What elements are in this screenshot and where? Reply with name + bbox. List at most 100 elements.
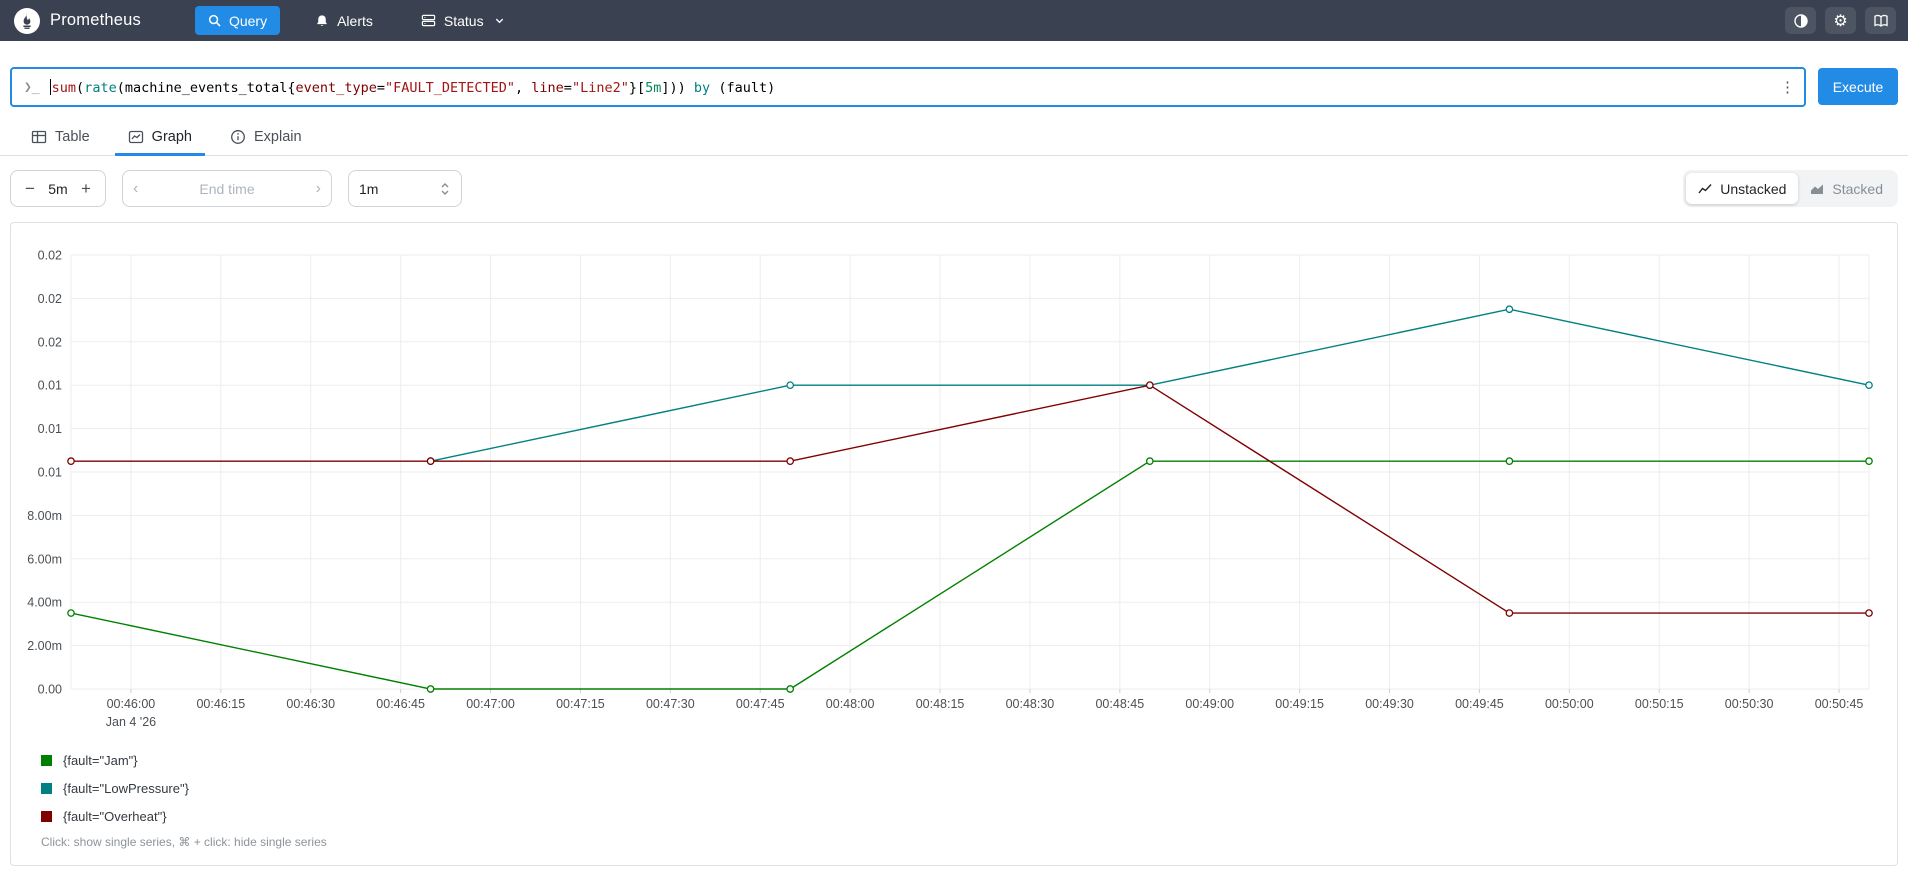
data-point-marker: [1865, 457, 1873, 465]
legend-swatch: [41, 755, 52, 766]
x-axis-tick-label: 00:50:30: [1725, 697, 1774, 711]
x-axis-tick-label: 00:46:45: [376, 697, 425, 711]
legend-item[interactable]: {fault="Overheat"}: [41, 809, 189, 824]
x-axis-tick-label: 00:49:00: [1185, 697, 1234, 711]
data-point-marker: [426, 685, 435, 693]
y-axis-tick-label: 4.00m: [27, 596, 62, 610]
y-axis-tick-label: 0.01: [38, 379, 62, 393]
tab-explain[interactable]: Explain: [217, 119, 315, 155]
x-axis-date-label: Jan 4 '26: [106, 715, 156, 729]
unstacked-button[interactable]: Unstacked: [1686, 173, 1799, 204]
graph-icon: [128, 130, 143, 144]
end-time-placeholder: End time: [199, 180, 255, 197]
data-point-marker: [1505, 457, 1514, 465]
x-axis-tick-label: 00:47:30: [646, 697, 695, 711]
result-tabs: Table Graph Explain: [0, 119, 1908, 156]
data-point-marker: [786, 685, 795, 693]
x-axis-tick-label: 00:46:15: [196, 697, 245, 711]
legend-label: {fault="LowPressure"}: [63, 781, 189, 796]
promql-token: "Line2": [571, 79, 629, 96]
x-axis-tick-label: 00:49:15: [1275, 697, 1324, 711]
data-point-marker: [426, 457, 435, 465]
search-icon: [208, 14, 221, 27]
y-axis-tick-label: 0.01: [38, 466, 62, 480]
gear-icon: ⚙: [1833, 12, 1848, 30]
legend-swatch: [41, 783, 52, 794]
info-icon: [231, 130, 245, 144]
legend-item[interactable]: {fault="LowPressure"}: [41, 781, 189, 796]
area-chart-icon: [1811, 184, 1824, 194]
promql-token: {: [287, 79, 296, 96]
x-axis-tick-label: 00:47:45: [736, 697, 785, 711]
x-axis-tick-label: 00:48:30: [1006, 697, 1055, 711]
query-expression-input[interactable]: ❯_ sum(rate(machine_events_total{event_t…: [10, 67, 1806, 107]
graph-panel: 0.02 0.02 0.02 0.01 0.01 0.01 8.00m 6.00m 4.00m 2…: [10, 222, 1898, 866]
y-axis-tick-label: 8.00m: [27, 509, 62, 523]
x-axis-tick-label: 00:47:00: [466, 697, 515, 711]
end-time-picker[interactable]: ‹ End time ›: [122, 170, 332, 207]
legend-label: {fault="Overheat"}: [63, 809, 167, 824]
x-axis-tick-label: 00:48:00: [826, 697, 875, 711]
database-icon: [421, 14, 436, 27]
nav-item-query[interactable]: Query: [194, 6, 281, 35]
settings-button[interactable]: ⚙: [1825, 7, 1856, 34]
x-axis-tick-label: 00:48:15: [916, 697, 965, 711]
brand[interactable]: Prometheus: [14, 7, 141, 34]
tab-graph[interactable]: Graph: [114, 119, 206, 156]
range-control: − 5m +: [10, 170, 106, 207]
promql-token: (fault): [710, 79, 776, 96]
y-axis-tick-label: 0.01: [38, 422, 62, 436]
bell-icon: [317, 14, 328, 26]
docs-button[interactable]: [1865, 7, 1896, 34]
terminal-prompt-icon: ❯_: [24, 79, 40, 95]
stacking-toggle: Unstacked Stacked: [1683, 170, 1898, 207]
promql-token: 5m: [645, 79, 662, 96]
query-menu-icon[interactable]: ⋮: [1780, 78, 1795, 96]
y-axis-tick-label: 0.02: [38, 335, 62, 349]
line-chart-icon: [1698, 183, 1712, 193]
range-value[interactable]: 5m: [45, 181, 71, 197]
promql-token: (: [116, 79, 125, 96]
nav-item-status[interactable]: Status: [408, 6, 518, 35]
stacked-button[interactable]: Stacked: [1798, 173, 1895, 204]
range-increase-button[interactable]: +: [73, 176, 99, 202]
promql-token: [: [636, 79, 646, 96]
prometheus-logo-icon: [14, 7, 40, 34]
data-point-marker: [1505, 609, 1514, 617]
theme-toggle-button[interactable]: [1785, 7, 1816, 34]
promql-token: line: [531, 79, 564, 96]
legend-item[interactable]: {fault="Jam"}: [41, 753, 189, 768]
end-time-back-button[interactable]: ‹: [133, 180, 138, 198]
table-icon: [31, 130, 47, 144]
resolution-select[interactable]: 1m: [348, 170, 462, 207]
promql-expression[interactable]: sum(rate(machine_events_total{event_type…: [49, 78, 1772, 96]
y-axis-tick-label: 0.02: [38, 292, 62, 306]
y-axis-tick-label: 0.02: [38, 249, 62, 263]
x-axis-tick-label: 00:50:00: [1545, 697, 1594, 711]
range-decrease-button[interactable]: −: [17, 176, 43, 202]
graph-canvas[interactable]: 0.02 0.02 0.02 0.01 0.01 0.01 8.00m 6.00m 4.00m 2…: [27, 243, 1881, 743]
data-point-marker: [67, 609, 75, 617]
promql-token: ,: [515, 79, 532, 96]
promql-token: sum: [51, 79, 77, 96]
promql-token: (: [76, 79, 85, 96]
top-navbar: Prometheus Query Alerts Status ⚙: [0, 0, 1908, 41]
series-line: [71, 384, 1869, 614]
data-point-marker: [1865, 381, 1873, 390]
data-point-marker: [786, 457, 795, 465]
stepper-icon[interactable]: [439, 182, 451, 196]
chevron-down-icon: [495, 18, 503, 24]
legend: {fault="Jam"} {fault="LowPressure"} {fault…: [41, 753, 189, 837]
series-line: [70, 460, 1869, 690]
tab-table[interactable]: Table: [18, 119, 103, 155]
nav-item-alerts[interactable]: Alerts: [302, 6, 386, 35]
promql-token: =: [563, 79, 572, 96]
x-axis-tick-label: 00:46:30: [286, 697, 335, 711]
contrast-icon: [1793, 13, 1808, 28]
promql-token: }: [628, 79, 637, 96]
x-axis-tick-label: 00:47:15: [556, 697, 605, 711]
execute-button[interactable]: Execute: [1818, 68, 1898, 105]
promql-token: ]: [661, 79, 670, 96]
end-time-forward-button[interactable]: ›: [316, 180, 321, 198]
promql-token: event_type: [295, 79, 377, 96]
